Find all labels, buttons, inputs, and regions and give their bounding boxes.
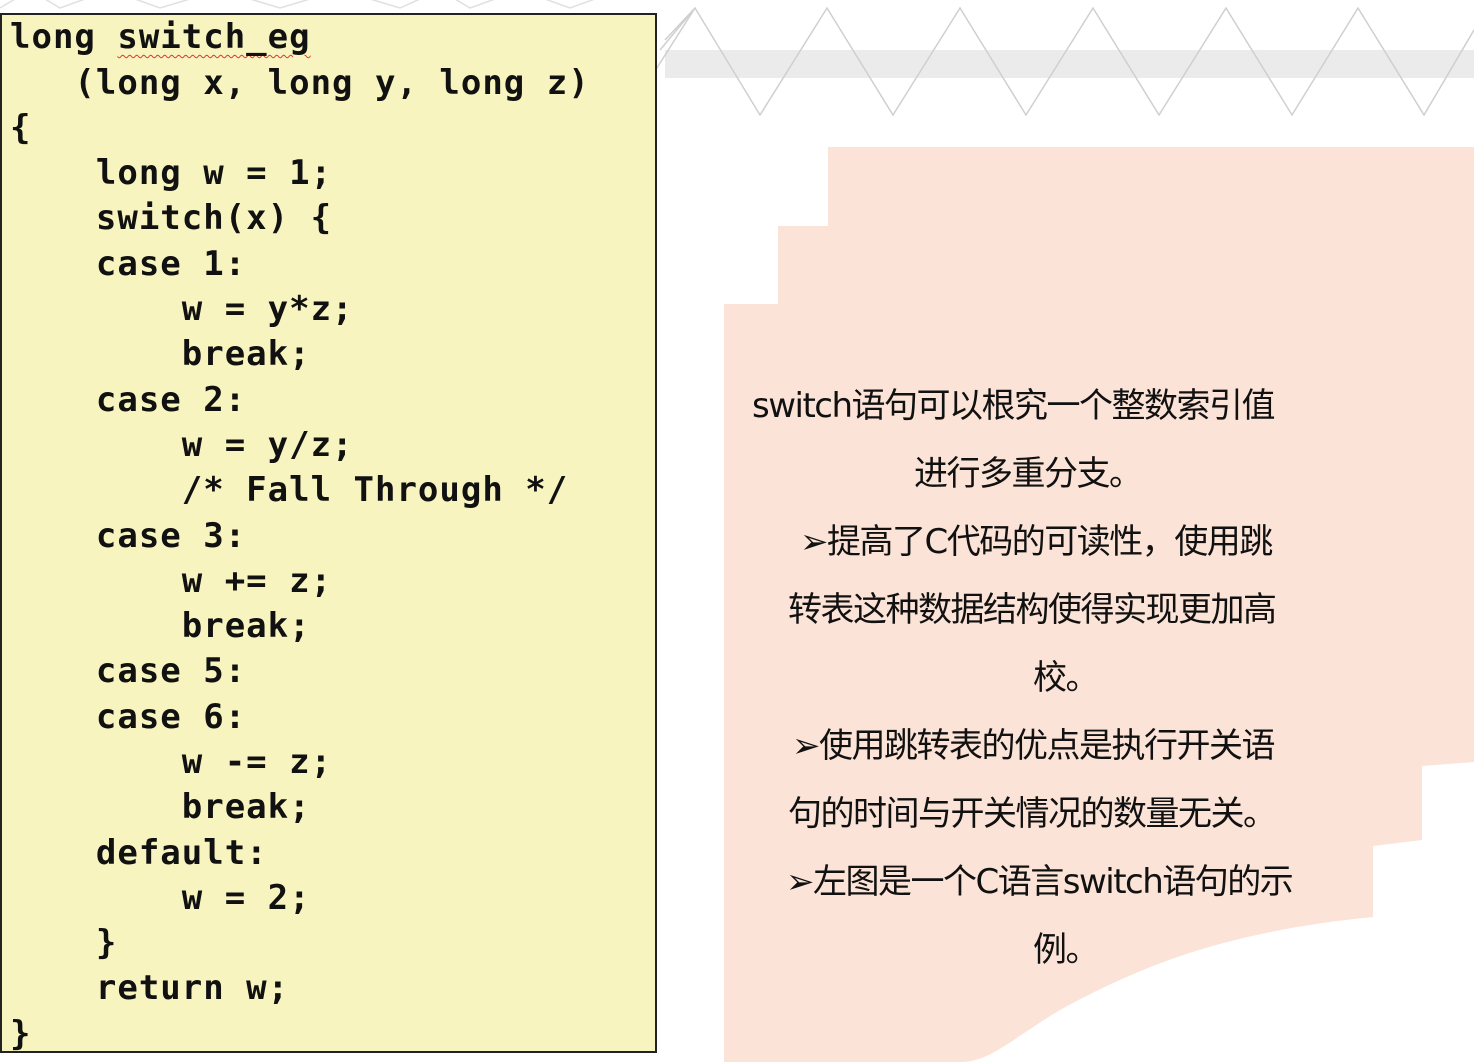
note-line: 句的时间与开关情况的数量无关。 [788, 794, 1277, 834]
note-line: 转表这种数据结构使得实现更加高 [788, 590, 1277, 630]
note-line: 例。 [1033, 930, 1100, 970]
note-line: ➢使用跳转表的优点是执行开关语 [792, 726, 1276, 766]
note-line: ➢提高了C代码的可读性，使用跳 [800, 522, 1273, 562]
note-line: 进行多重分支。 [914, 454, 1143, 494]
note-line: switch语句可以根究一个整数索引值 [752, 386, 1276, 426]
note-line: 校。 [1033, 658, 1100, 698]
note-line: ➢左图是一个C语言switch语句的示 [786, 862, 1294, 902]
